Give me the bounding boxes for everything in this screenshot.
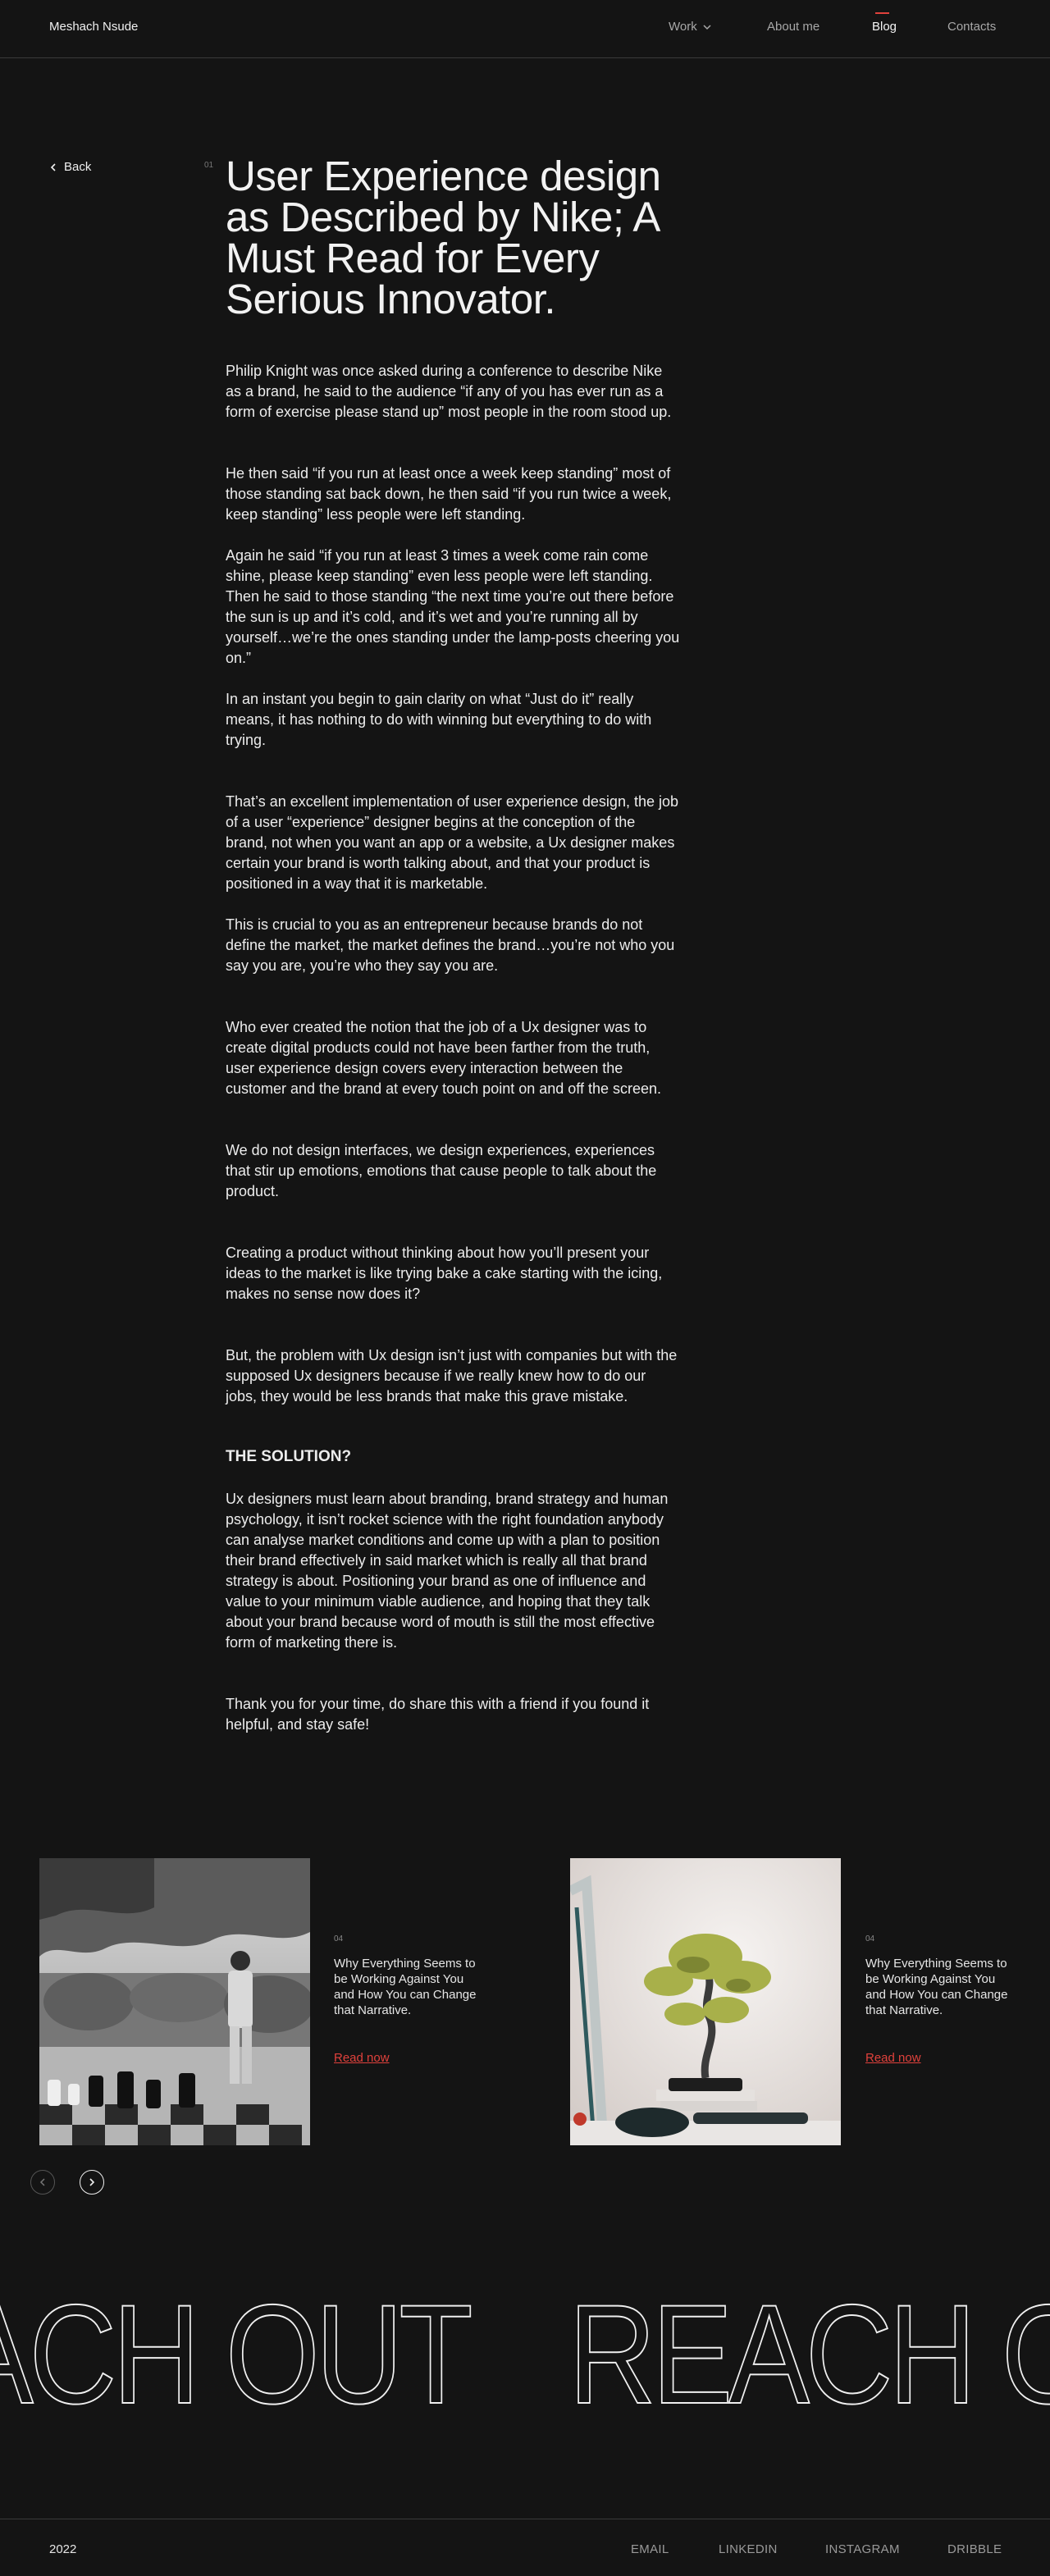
site-footer: 2022 EMAIL LINKEDIN INSTAGRAM DRIBBLE	[0, 2519, 1050, 2576]
chevron-left-icon	[50, 162, 56, 171]
article-paragraph: Again he said “if you run at least 3 tim…	[226, 547, 680, 666]
back-link[interactable]: Back	[49, 160, 91, 174]
nav-about[interactable]: About me	[767, 20, 819, 34]
bonsai-tree-photo[interactable]	[570, 1858, 841, 2145]
article-paragraph: That’s an excellent implementation of us…	[226, 793, 678, 892]
reach-out-marquee[interactable]: REACH O	[568, 2283, 1050, 2426]
solution-heading: THE SOLUTION?	[226, 1448, 352, 1465]
nav-work[interactable]: Work	[669, 20, 712, 34]
article-paragraph: This is crucial to you as an entrepreneu…	[226, 916, 675, 974]
article-paragraph: Philip Knight was once asked during a co…	[226, 363, 672, 420]
card-title[interactable]: Why Everything Seems to be Working Again…	[865, 1956, 1013, 2018]
article-paragraph: Creating a product without thinking abou…	[226, 1245, 663, 1302]
article-paragraph: Who ever created the notion that the job…	[226, 1019, 662, 1097]
read-now-link[interactable]: Read now	[334, 2051, 390, 2065]
brand-logo[interactable]: Meshach Nsude	[49, 20, 138, 34]
article-title: User Experience design as Described by N…	[226, 153, 661, 322]
footer-dribble-link[interactable]: DRIBBLE	[947, 2542, 1002, 2556]
chevron-down-icon	[703, 24, 711, 30]
read-now-link[interactable]: Read now	[865, 2051, 921, 2065]
article-paragraph: In an instant you begin to gain clarity …	[226, 691, 652, 748]
footer-year: 2022	[49, 2542, 77, 2556]
footer-linkedin-link[interactable]: LINKEDIN	[719, 2542, 778, 2556]
article-paragraph: He then said “if you run at least once a…	[226, 465, 672, 523]
footer-email-link[interactable]: EMAIL	[631, 2542, 669, 2556]
back-label: Back	[64, 160, 92, 174]
active-nav-indicator	[875, 12, 889, 14]
card-number: 04	[334, 1934, 344, 1943]
slider-prev-button[interactable]	[30, 2170, 55, 2195]
nav-contacts[interactable]: Contacts	[947, 20, 996, 34]
article-paragraph: Ux designers must learn about branding, …	[226, 1491, 669, 1651]
chevron-right-icon	[89, 2178, 95, 2186]
reach-out-marquee[interactable]: ACH OUT	[0, 2283, 474, 2426]
article-paragraph: Thank you for your time, do share this w…	[226, 1696, 650, 1733]
card-number: 04	[865, 1934, 875, 1943]
article-paragraph: But, the problem with Ux design isn’t ju…	[226, 1347, 678, 1404]
nav-blog[interactable]: Blog	[872, 20, 897, 34]
article-paragraph: We do not design interfaces, we design e…	[226, 1142, 657, 1199]
footer-instagram-link[interactable]: INSTAGRAM	[825, 2542, 900, 2556]
card-title[interactable]: Why Everything Seems to be Working Again…	[334, 1956, 482, 2018]
chess-player-photo[interactable]	[39, 1858, 310, 2145]
site-header: Meshach Nsude Work About me Blog Contact…	[0, 0, 1050, 58]
slider-next-button[interactable]	[80, 2170, 104, 2195]
chevron-left-icon	[39, 2178, 45, 2186]
article-number: 01	[204, 161, 214, 170]
nav-work-label: Work	[669, 20, 697, 34]
